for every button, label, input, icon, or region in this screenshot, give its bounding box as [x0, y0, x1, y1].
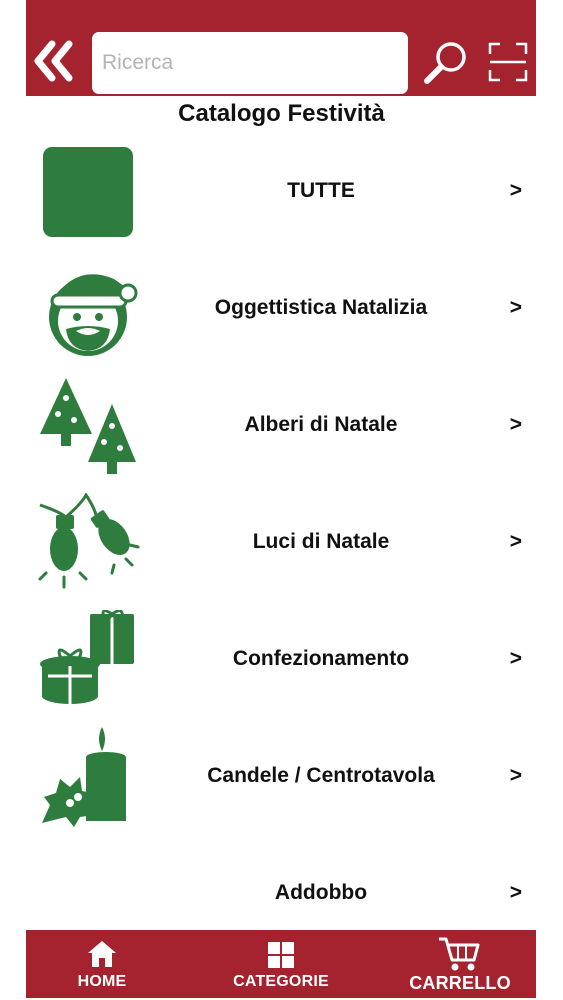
nav-categories-button[interactable]: CATEGORIE — [226, 930, 336, 998]
catalog-item-oggettistica-natalizia[interactable]: Oggettistica Natalizia > — [26, 251, 536, 368]
catalog-item-label: Candele / Centrotavola — [207, 764, 435, 787]
chevron-right-icon: > — [509, 647, 522, 670]
catalog-item-alberi-di-natale[interactable]: Alberi di Natale > — [26, 368, 536, 485]
santa-icon — [49, 274, 138, 356]
bottom-navigation: HOME CATEGORIE CARRELLO — [26, 930, 536, 998]
search-icon — [424, 42, 466, 84]
nav-home-button[interactable]: HOME — [60, 930, 144, 998]
chevron-right-icon: > — [509, 530, 522, 553]
double-chevron-left-icon — [34, 40, 73, 82]
nav-home-label: HOME — [77, 973, 127, 990]
home-icon — [88, 941, 116, 967]
catalog-item-confezionamento[interactable]: Confezionamento > — [26, 602, 536, 719]
catalog-item-label: Addobbo — [274, 881, 368, 904]
catalog-item-label: Oggettistica Natalizia — [214, 296, 428, 319]
back-button[interactable] — [34, 38, 74, 84]
search-box — [92, 32, 408, 94]
catalog-list: TUTTE > Oggettistica Natalizia > Alberi … — [26, 134, 536, 953]
catalog-item-label: TUTTE — [287, 179, 355, 202]
chevron-right-icon: > — [509, 296, 522, 319]
chevron-right-icon: > — [509, 413, 522, 436]
catalog-item-label: Alberi di Natale — [244, 413, 398, 436]
christmas-trees-icon — [40, 378, 136, 474]
page-title: Catalogo Festività — [178, 100, 385, 127]
nav-cart-button[interactable]: CARRELLO — [400, 930, 520, 998]
gift-boxes-icon — [40, 610, 134, 704]
chevron-right-icon: > — [509, 764, 522, 787]
catalog-item-label: Luci di Natale — [252, 530, 390, 553]
grid-icon — [268, 942, 294, 968]
chevron-right-icon: > — [509, 881, 522, 904]
nav-categories-label: CATEGORIE — [233, 973, 329, 990]
green-square-icon — [43, 147, 133, 237]
search-input[interactable] — [92, 32, 408, 94]
shopping-cart-icon — [439, 937, 480, 971]
catalog-item-candele-centrotavola[interactable]: Candele / Centrotavola > — [26, 719, 536, 836]
catalog-item-luci-di-natale[interactable]: Luci di Natale > — [26, 485, 536, 602]
christmas-lights-icon — [38, 493, 140, 589]
top-bar — [26, 0, 536, 96]
candle-holly-icon — [42, 727, 126, 827]
search-button[interactable] — [422, 40, 470, 86]
barcode-scan-button[interactable] — [488, 42, 528, 82]
catalog-item-tutte[interactable]: TUTTE > — [26, 134, 536, 251]
nav-cart-label: CARRELLO — [409, 973, 511, 993]
catalog-item-label: Confezionamento — [232, 647, 410, 670]
chevron-right-icon: > — [509, 179, 522, 202]
scan-frame-icon — [488, 42, 528, 82]
